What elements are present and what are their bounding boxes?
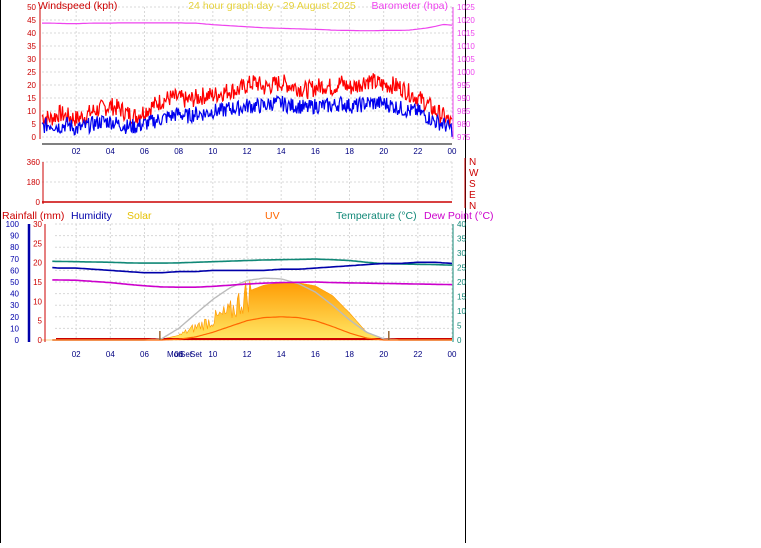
direction-panel: 0180360 NWSEN [27, 157, 479, 212]
wind-xtick-label: 00 [448, 147, 457, 156]
wind-xtick-label: 20 [379, 147, 388, 156]
wind-ytick-label: 5 [32, 120, 37, 129]
humidity-legend-label: Humidity [71, 210, 113, 222]
temp-xtick-label: 20 [379, 350, 388, 359]
wind-xtick-label: 14 [277, 147, 286, 156]
wind-xtick-label: 04 [106, 147, 115, 156]
wind-ytick-label: 10 [27, 107, 36, 116]
humidity-ytick-label: 10 [10, 324, 19, 333]
temp-xtick-label: 18 [345, 350, 354, 359]
graph-title: 24 hour graph day - 29 August 2025 [188, 0, 356, 12]
humidity-ytick-label: 90 [10, 232, 19, 241]
weather-chart-canvas: 0510152025303540455097598098599099510001… [0, 0, 494, 543]
pressure-ytick-label: 1025 [457, 3, 475, 12]
uv-legend-label: UV [265, 210, 280, 222]
pressure-ytick-label: 975 [457, 133, 471, 142]
weather-graph-page: 0 5 10 15 20 25 30 35 40 45 50 975 980 985 990 995 1000 1… [0, 0, 761, 543]
rain-ytick-label: 5 [38, 317, 43, 326]
direction-axes: 0180360 NWSEN [27, 157, 479, 212]
wind-xtick-label: 08 [174, 147, 183, 156]
humidity-ytick-label: 50 [10, 278, 19, 287]
pressure-ytick-label: 1020 [457, 16, 475, 25]
humidity-ytick-label: 20 [10, 313, 19, 322]
wind-xtick-label: 22 [413, 147, 422, 156]
wind-ytick-label: 25 [27, 68, 36, 77]
pressure-ytick-label: 980 [457, 120, 471, 129]
wind-ytick-label: 50 [27, 3, 36, 12]
rain-ytick-label: 10 [33, 297, 42, 306]
temp-ytick-label: 0 [457, 336, 462, 345]
humidity-ytick-label: 30 [10, 301, 19, 310]
humidity-ytick-label: 70 [10, 255, 19, 264]
rain-temp-panel: 0 10 20 30 40 50 60 70 80 90 10 00 5 10 15 20 25 30 0 5 10 15… [2, 210, 494, 359]
pressure-ytick-label: 990 [457, 94, 471, 103]
solar-legend-label: Solar [127, 210, 152, 222]
temperature-line [52, 258, 453, 266]
pressure-ytick-label: 985 [457, 107, 471, 116]
wind-ytick-label: 40 [27, 29, 36, 38]
wind-ytick-label: 15 [27, 94, 36, 103]
pressure-ytick-label: 995 [457, 81, 471, 90]
temp-ytick-label: 5 [457, 322, 462, 331]
wind-ytick-label: 20 [27, 81, 36, 90]
dewpoint-legend-label: Dew Point (°C) [424, 210, 494, 222]
pressure-ytick-label: 1010 [457, 42, 475, 51]
wind-ytick-label: 0 [32, 133, 37, 142]
wind-xtick-label: 16 [311, 147, 320, 156]
temp-xtick-label: 04 [106, 350, 115, 359]
wind-ytick-label: 30 [27, 55, 36, 64]
temp-xtick-label: 06 [140, 350, 149, 359]
wind-ytick-label: 45 [27, 16, 36, 25]
wind-xtick-label: 06 [140, 147, 149, 156]
temp-ytick-label: 15 [457, 293, 466, 302]
humidity-ytick-label: 80 [10, 243, 19, 252]
rain-ytick-label: 20 [33, 259, 42, 268]
compass-label: W [469, 168, 479, 179]
rainfall-legend-label: Rainfall (mm) [2, 210, 64, 222]
humidity-line [52, 261, 453, 274]
temp-ytick-label: 10 [457, 307, 466, 316]
wind-xtick-label: 18 [345, 147, 354, 156]
temp-series-group [42, 258, 453, 341]
compass-label: N [469, 157, 476, 168]
rain-ytick-label: 0 [38, 336, 43, 345]
pressure-legend-label: Barometer (hpa) [372, 0, 448, 12]
direction-gridlines [42, 161, 453, 203]
temp-xtick-label: 12 [243, 350, 252, 359]
pressure-ytick-label: 1005 [457, 55, 475, 64]
temp-xtick-label: 10 [208, 350, 217, 359]
temp-ytick-label: 20 [457, 278, 466, 287]
temp-ytick-label: 30 [457, 249, 466, 258]
temp-xtick-label: 16 [311, 350, 320, 359]
temp-xtick-label: 00 [448, 350, 457, 359]
rain-ytick-label: 25 [33, 239, 42, 248]
wind-pressure-panel: 0510152025303540455097598098599099510001… [27, 0, 475, 156]
pressure-ytick-label: 1015 [457, 29, 475, 38]
temperature-legend-label: Temperature (°C) [336, 210, 417, 222]
dewpoint-line [52, 279, 452, 288]
wind-legend-label: Windspeed (kph) [38, 0, 117, 12]
rain-ytick-label: 15 [33, 278, 42, 287]
direction-ytick-label: 180 [27, 178, 41, 187]
direction-ytick-label: 360 [27, 158, 41, 167]
temp-xtick-label: 02 [72, 350, 81, 359]
wind-ytick-label: 35 [27, 42, 36, 51]
compass-label: S [469, 179, 476, 190]
wind-xtick-label: 02 [72, 147, 81, 156]
temp-xtick-label: 14 [277, 350, 286, 359]
wind-xtick-label: 12 [243, 147, 252, 156]
direction-ytick-label: 0 [36, 198, 41, 207]
humidity-ytick-label: 40 [10, 290, 19, 299]
temp-ytick-label: 35 [457, 235, 466, 244]
humidity-ytick-label: 60 [10, 266, 19, 275]
compass-label: E [469, 190, 476, 201]
humidity-ytick-label: 0 [15, 336, 20, 345]
wind-xtick-label: 10 [208, 147, 217, 156]
moon-label: Set [190, 350, 203, 359]
pressure-ytick-label: 1000 [457, 68, 475, 77]
temp-ytick-label: 25 [457, 264, 466, 273]
temp-xtick-label: 22 [413, 350, 422, 359]
